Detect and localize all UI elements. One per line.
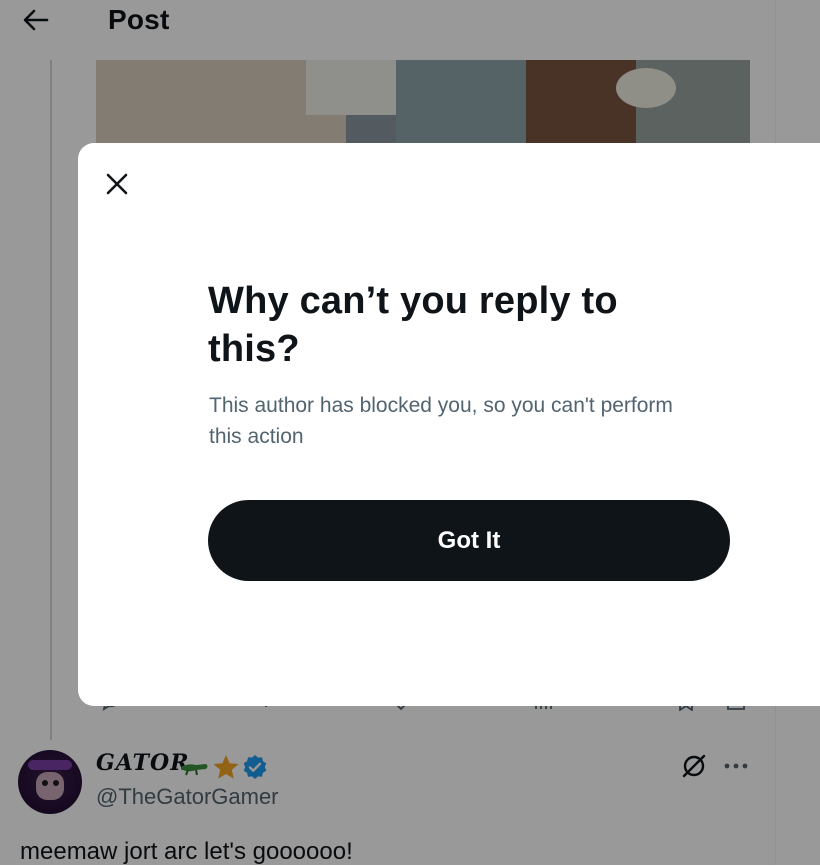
close-button[interactable] [99, 166, 135, 202]
reply-restricted-dialog: Why can’t you reply to this? This author… [78, 143, 820, 706]
dialog-message: This author has blocked you, so you can'… [209, 394, 673, 448]
close-icon [106, 173, 128, 195]
page: Post GATOR @TheGatorGamer meemaw jort ar… [0, 0, 820, 865]
dialog-title: Why can’t you reply to this? [208, 280, 618, 370]
got-it-button[interactable]: Got It [208, 500, 730, 581]
